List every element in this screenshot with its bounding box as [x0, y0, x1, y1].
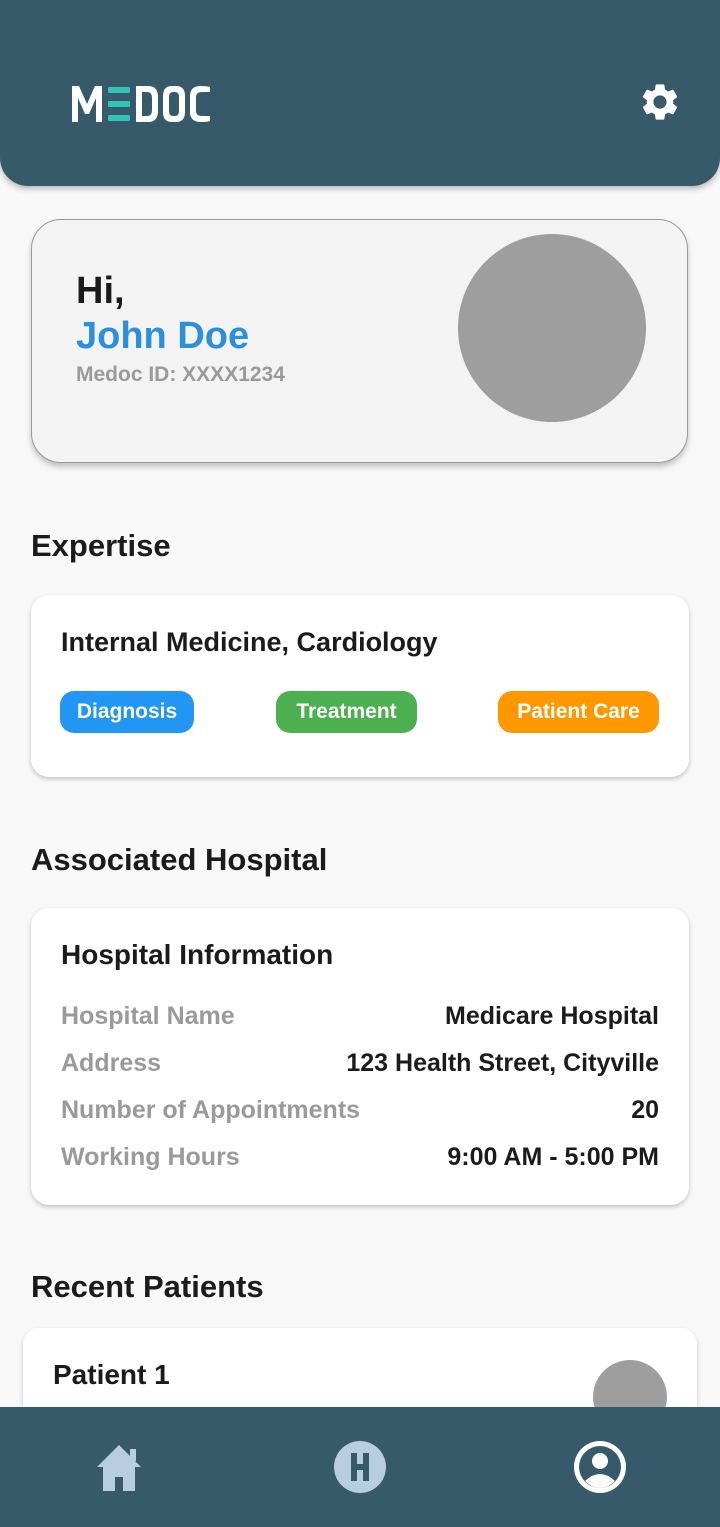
bottom-nav: [0, 1407, 720, 1527]
info-label: Hospital Name: [61, 1002, 235, 1030]
hospital-info-title: Hospital Information: [61, 939, 334, 970]
tag-patient-care[interactable]: Patient Care: [498, 691, 659, 733]
medoc-logo: [72, 86, 210, 122]
tag-diagnosis[interactable]: Diagnosis: [60, 691, 194, 733]
info-label: Number of Appointments: [61, 1096, 361, 1124]
expertise-card: Internal Medicine, Cardiology Diagnosis …: [31, 595, 689, 777]
hospital-icon[interactable]: [330, 1437, 390, 1497]
medoc-id: Medoc ID: XXXX1234: [76, 363, 285, 386]
user-name: John Doe: [76, 315, 250, 357]
profile-icon[interactable]: [570, 1437, 630, 1497]
hospital-info-card: Hospital Information Hospital Name Medic…: [31, 908, 689, 1205]
specialties-text: Internal Medicine, Cardiology: [61, 627, 438, 657]
info-row-working-hours: Working Hours 9:00 AM - 5:00 PM: [61, 1143, 659, 1179]
info-value: 9:00 AM - 5:00 PM: [447, 1143, 659, 1171]
profile-card[interactable]: Hi, John Doe Medoc ID: XXXX1234: [31, 219, 688, 463]
recent-patients-heading: Recent Patients: [31, 1269, 264, 1304]
info-label: Working Hours: [61, 1143, 240, 1171]
info-value: Medicare Hospital: [445, 1002, 659, 1030]
app-header: [0, 0, 720, 186]
info-row-appointments: Number of Appointments 20: [61, 1096, 659, 1132]
patient-name: Patient 1: [53, 1359, 170, 1390]
gear-icon[interactable]: [638, 80, 682, 124]
avatar[interactable]: [458, 234, 646, 422]
info-label: Address: [61, 1049, 162, 1077]
home-icon[interactable]: [89, 1437, 149, 1497]
info-value: 123 Health Street, Cityville: [346, 1049, 659, 1077]
expertise-heading: Expertise: [31, 528, 171, 563]
info-row-address: Address 123 Health Street, Cityville: [61, 1049, 659, 1085]
hospital-heading: Associated Hospital: [31, 842, 328, 877]
greeting-text: Hi,: [76, 270, 125, 312]
info-row-hospital-name: Hospital Name Medicare Hospital: [61, 1002, 659, 1038]
info-value: 20: [631, 1096, 659, 1124]
tag-treatment[interactable]: Treatment: [276, 691, 417, 733]
